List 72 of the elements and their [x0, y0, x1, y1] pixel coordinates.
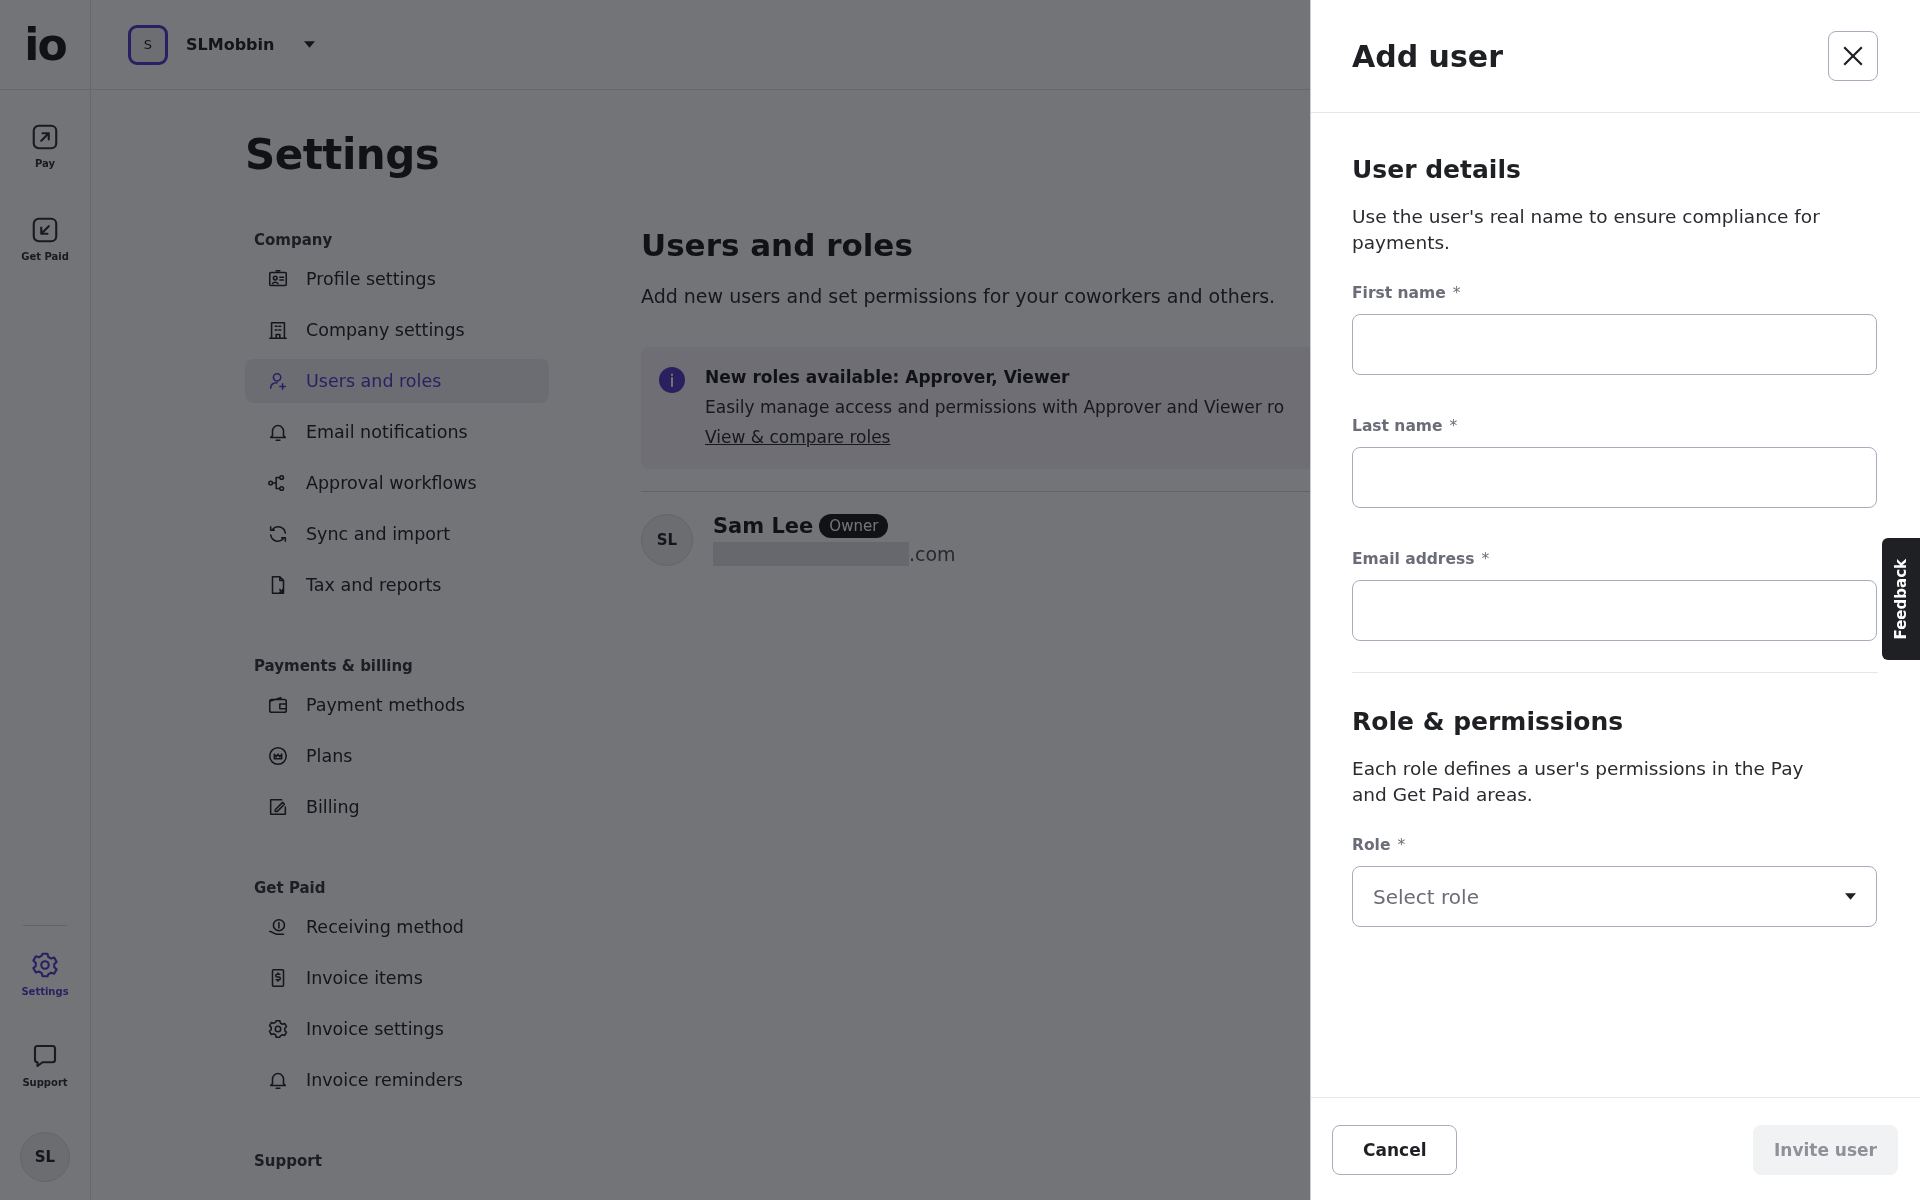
workspace-switcher[interactable]: S SLMobbin [128, 24, 316, 65]
crown-icon [267, 745, 289, 767]
form-section-title: Role & permissions [1352, 707, 1625, 736]
nav-item[interactable]: Payment methods [245, 683, 549, 727]
nav-item[interactable]: Invoice settings [245, 1007, 549, 1051]
nav-item[interactable]: Profile settings [245, 257, 549, 301]
nav-item[interactable]: Email notifications [245, 410, 549, 454]
workspace-name: SLMobbin [186, 35, 275, 54]
rail-item[interactable]: Pay [21, 122, 69, 169]
form-section-description: Use the user's real name to ensure compliance for payments. [1352, 205, 1821, 255]
arrow-up-right-icon [30, 122, 60, 152]
input-field[interactable] [1352, 314, 1877, 375]
settings-icon [30, 950, 60, 980]
section-heading: Company [253, 231, 334, 249]
arrow-down-left-icon [30, 215, 60, 245]
nav-item[interactable]: Approval workflows [245, 461, 549, 505]
page-title: Settings [245, 130, 440, 179]
field-label: Email address [1352, 550, 1475, 568]
logo[interactable]: io [0, 0, 90, 90]
close-icon [1842, 45, 1864, 67]
building-icon [267, 319, 289, 341]
field-label: Last name [1352, 417, 1443, 435]
person-icon [267, 370, 289, 392]
form-section-description: Each role defines a user's permissions in the Pay and Get Paid areas. [1352, 757, 1805, 807]
banner-title: New roles available: Approver, Viewer [705, 367, 1071, 387]
role-badge: Owner [819, 514, 889, 538]
form-section-title: User details [1352, 155, 1522, 184]
rail-item[interactable]: Support [22, 1041, 68, 1088]
required-mark: * [1452, 284, 1461, 302]
field-label: First name [1352, 284, 1446, 302]
nav-item[interactable]: Company settings [245, 308, 549, 352]
user-avatar[interactable]: SL [20, 1132, 70, 1182]
user-email: .com [909, 543, 956, 565]
modal-overlay[interactable] [0, 0, 1310, 1200]
nav-item[interactable]: Invoice items [245, 956, 549, 1000]
section-heading: Get Paid [253, 879, 327, 897]
user-name: Sam Lee [713, 514, 814, 538]
nav-item[interactable]: Plans [245, 734, 549, 778]
user-avatar: SL [641, 514, 693, 566]
panel-title: Add user [1352, 38, 1503, 74]
required-mark: * [1449, 417, 1458, 435]
banner-text: Easily manage access and permissions with Approver and Viewer ro [705, 397, 1285, 417]
caret-icon [304, 41, 316, 48]
settings-icon [267, 1018, 289, 1040]
required-mark: * [1481, 550, 1490, 568]
section-heading: Payments & billing [253, 657, 414, 675]
nav-item[interactable]: Tax and reports [245, 563, 549, 607]
close-button[interactable] [1828, 31, 1878, 81]
sync-icon [267, 523, 289, 545]
required-mark: * [1397, 836, 1406, 854]
wallet-icon [267, 694, 289, 716]
section-heading: Support [253, 1152, 323, 1170]
nav-item[interactable]: Billing [245, 785, 549, 829]
section-title: Users and roles [641, 227, 914, 263]
section-subtitle: Add new users and set permissions for your coworkers and others. [641, 285, 1277, 307]
nav-item[interactable]: Users and roles [245, 359, 549, 403]
edit-icon [267, 796, 289, 818]
info-icon [659, 367, 685, 393]
input-field[interactable] [1352, 447, 1877, 508]
caret-icon [1845, 893, 1856, 900]
rail-item[interactable]: Settings [21, 950, 69, 997]
workspace-initial: S [128, 24, 168, 65]
nav-item[interactable]: Invoice reminders [245, 1058, 549, 1102]
nav-item[interactable]: Receiving method [245, 905, 549, 949]
nav-item[interactable]: Sync and import [245, 512, 549, 556]
field-label: Role [1352, 836, 1391, 854]
input-field[interactable] [1352, 580, 1877, 641]
role-dropdown[interactable]: Select role [1352, 866, 1877, 927]
compare-roles-link[interactable]: View & compare roles [705, 427, 891, 447]
rail-item[interactable]: Get Paid [21, 215, 69, 262]
feedback-tab[interactable]: Feedback [1882, 538, 1920, 660]
cancel-button[interactable]: Cancel [1332, 1125, 1458, 1175]
